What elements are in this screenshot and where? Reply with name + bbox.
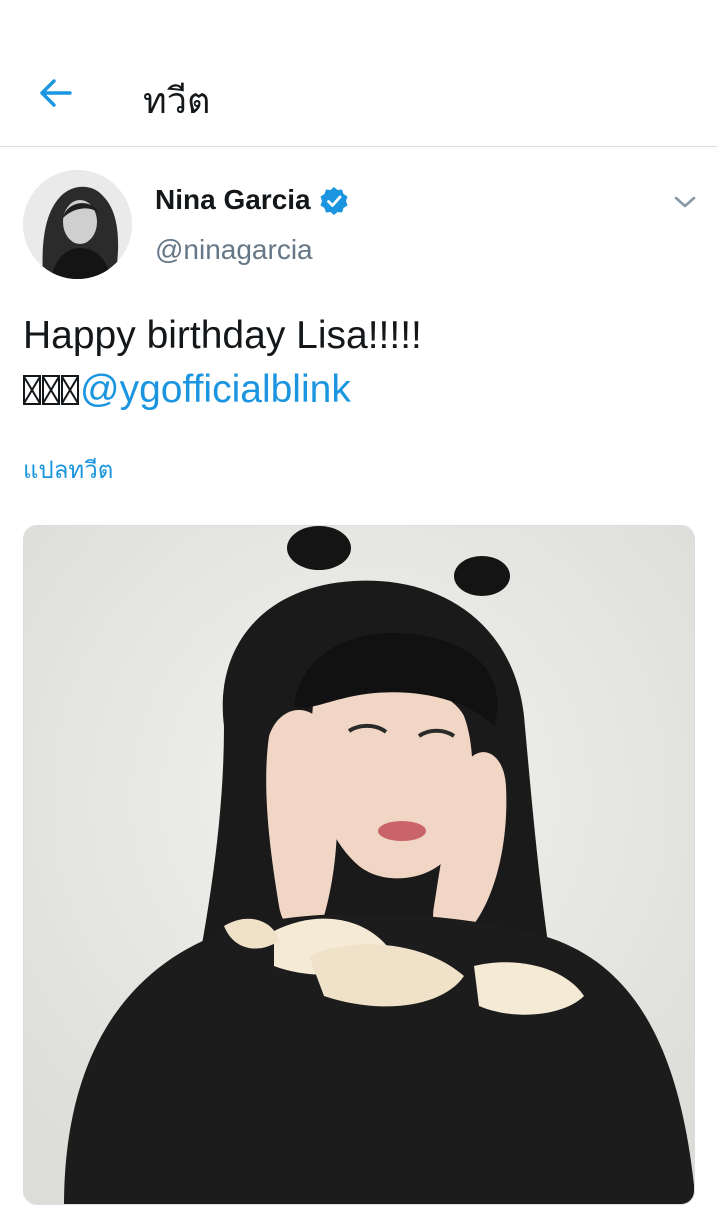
tweet-text-line-2: @ygofficialblink — [23, 363, 703, 417]
verified-badge-icon — [320, 187, 348, 215]
chevron-down-icon — [674, 196, 696, 208]
portrait-photo — [24, 526, 694, 1204]
missing-emoji-icon — [61, 375, 79, 405]
tweet-menu-button[interactable] — [668, 188, 702, 216]
display-name[interactable]: Nina Garcia — [155, 184, 311, 216]
back-button[interactable] — [30, 70, 80, 116]
page-title: ทวีต — [143, 81, 211, 122]
tweet-text-line: Happy birthday Lisa!!!!! — [23, 314, 422, 357]
translate-tweet-link[interactable]: แปลทวีต — [23, 450, 113, 489]
tweet-media-image[interactable] — [23, 525, 695, 1205]
profile-photo — [23, 170, 132, 279]
tweet-text: Happy birthday Lisa!!!!! @ygofficialblin… — [23, 309, 703, 417]
user-handle[interactable]: @ninagarcia — [155, 234, 313, 266]
missing-emoji-icon — [42, 375, 60, 405]
arrow-left-icon — [40, 79, 72, 107]
avatar[interactable] — [23, 170, 132, 279]
top-app-bar: ทวีต — [0, 0, 717, 147]
missing-emoji-icon — [23, 375, 41, 405]
mention-link[interactable]: @ygofficialblink — [80, 368, 351, 411]
